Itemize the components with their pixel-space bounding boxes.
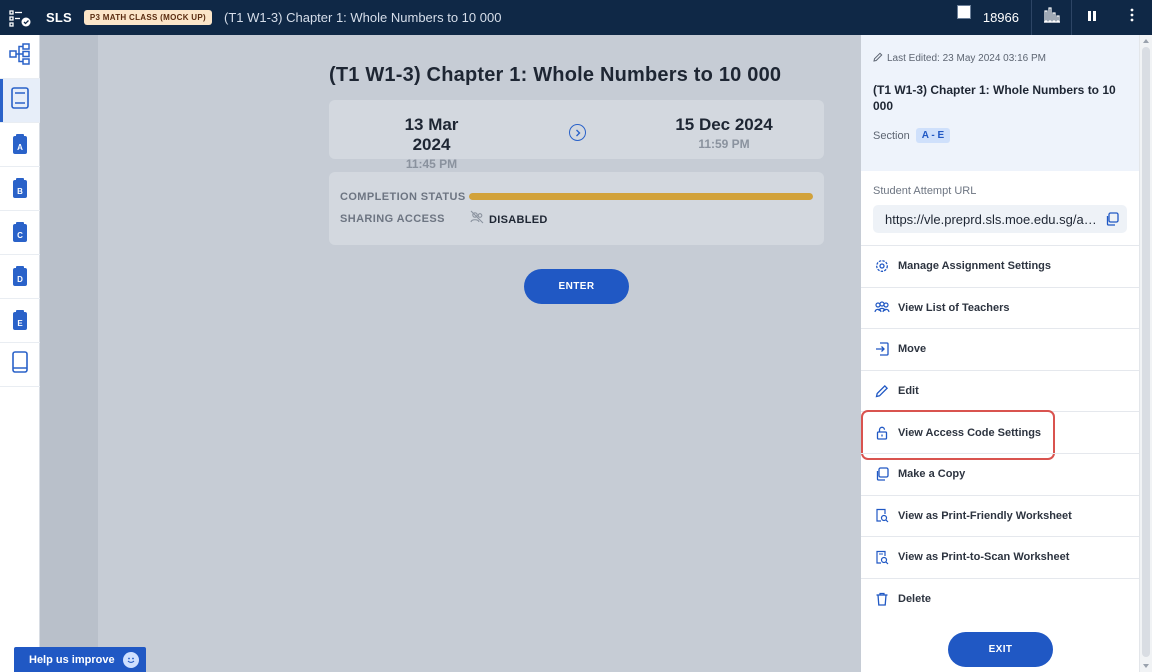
menu-manage-assignment-settings[interactable]: Manage Assignment Settings <box>861 245 1139 287</box>
more-vertical-icon <box>1130 8 1134 27</box>
pencil-small-icon <box>873 52 887 65</box>
menu-view-access-code-settings[interactable]: View Access Code Settings <box>861 410 1139 460</box>
dates-card: 13 Mar 2024 11:45 PM 15 Dec 2024 11:59 P… <box>329 100 824 171</box>
section-b-icon: B <box>13 177 27 198</box>
points-display: 18966 <box>956 0 1032 35</box>
rail-item-section-a[interactable]: A <box>0 123 40 167</box>
page-title: (T1 W1-3) Chapter 1: Whole Numbers to 10… <box>223 10 502 25</box>
book-icon <box>11 351 29 378</box>
gear-icon <box>874 258 890 274</box>
menu-delete[interactable]: Delete <box>861 577 1139 620</box>
start-date-value: 13 Mar 2024 <box>404 115 459 154</box>
section-c-icon: C <box>13 221 27 242</box>
start-time-value: 11:45 PM <box>405 157 458 171</box>
move-icon <box>874 341 890 357</box>
assignment-tree-icon <box>9 43 31 70</box>
rail-item-overview[interactable] <box>0 35 40 79</box>
teachers-icon <box>874 300 890 316</box>
lock-icon <box>874 425 890 441</box>
menu-move[interactable]: Move <box>861 328 1139 370</box>
notebook-icon <box>11 87 29 114</box>
points-image-icon <box>956 4 971 19</box>
print-search-icon <box>874 508 890 524</box>
url-value[interactable]: https://vle.preprd.sls.moe.edu.sg/as... <box>885 212 1100 227</box>
end-date: 15 Dec 2024 11:59 PM <box>674 115 774 151</box>
sharing-access-label: SHARING ACCESS <box>340 213 445 225</box>
rail-item-section-b[interactable]: B <box>0 167 40 211</box>
menu-label: View Access Code Settings <box>898 426 1042 439</box>
panel-header: Last Edited: 23 May 2024 03:16 PM (T1 W1… <box>861 35 1139 171</box>
section-label: Section <box>873 129 910 142</box>
rail-item-section-e[interactable]: E <box>0 299 40 343</box>
scroll-up-icon[interactable] <box>1143 39 1149 43</box>
section-d-icon: D <box>13 265 27 286</box>
more-button[interactable] <box>1112 0 1152 35</box>
status-card: COMPLETION STATUS SHARING ACCESS DISABLE… <box>329 172 824 245</box>
sharing-disabled-icon <box>470 210 484 229</box>
menu-label: Delete <box>898 593 932 606</box>
end-time-value: 11:59 PM <box>698 137 750 151</box>
menu-label: Edit <box>898 385 919 398</box>
points-value: 18966 <box>982 10 1019 25</box>
exit-button[interactable]: EXIT <box>948 632 1053 667</box>
last-edited-text: Last Edited: 23 May 2024 03:16 PM <box>887 53 1046 64</box>
start-date: 13 Mar 2024 11:45 PM <box>384 115 479 171</box>
assignment-options-panel: Last Edited: 23 May 2024 03:16 PM (T1 W1… <box>861 35 1152 672</box>
menu-label: Move <box>898 343 927 356</box>
menu-label: View List of Teachers <box>898 301 1010 314</box>
arrow-right-icon <box>569 124 586 141</box>
completion-status-label: COMPLETION STATUS <box>340 191 466 203</box>
class-menu-icon[interactable] <box>0 0 40 35</box>
end-date-value: 15 Dec 2024 <box>675 115 773 134</box>
stats-icon <box>1043 7 1061 28</box>
stats-button[interactable] <box>1032 0 1072 35</box>
scrollbar-thumb[interactable] <box>1142 47 1150 657</box>
enter-button[interactable]: ENTER <box>524 269 629 304</box>
sharing-access-text: DISABLED <box>489 213 548 226</box>
pause-button[interactable] <box>1072 0 1112 35</box>
panel-scrollbar[interactable] <box>1139 35 1152 672</box>
scan-search-icon <box>874 549 890 565</box>
top-bar: SLS P3 MATH CLASS (MOCK UP) (T1 W1-3) Ch… <box>0 0 1152 35</box>
section-e-icon: E <box>13 309 27 330</box>
pause-icon <box>1087 9 1097 27</box>
copy-icon <box>874 466 890 482</box>
rail-item-section-c[interactable]: C <box>0 211 40 255</box>
url-field[interactable]: https://vle.preprd.sls.moe.edu.sg/as... <box>873 205 1127 233</box>
menu-view-print-friendly-worksheet[interactable]: View as Print-Friendly Worksheet <box>861 494 1139 537</box>
help-improve-label: Help us improve <box>29 653 115 666</box>
options-menu: Manage Assignment Settings View List of … <box>861 245 1139 619</box>
rail-item-section-d[interactable]: D <box>0 255 40 299</box>
section-a-icon: A <box>13 133 27 154</box>
smiley-icon <box>122 651 139 668</box>
completion-progress-bar <box>469 193 813 200</box>
class-badge: P3 MATH CLASS (MOCK UP) <box>83 10 212 25</box>
content-gutter <box>40 35 98 672</box>
panel-title: (T1 W1-3) Chapter 1: Whole Numbers to 10… <box>873 83 1116 113</box>
menu-label: View as Print-Friendly Worksheet <box>898 509 1072 522</box>
rail-item-assignment[interactable] <box>0 79 40 123</box>
rail-item-book[interactable] <box>0 343 40 387</box>
completion-progress-fill <box>469 193 813 200</box>
last-edited: Last Edited: 23 May 2024 03:16 PM <box>873 52 1127 65</box>
menu-view-print-to-scan-worksheet[interactable]: View as Print-to-Scan Worksheet <box>861 536 1139 578</box>
menu-label: Make a Copy <box>898 468 966 481</box>
left-rail: A B C D E <box>0 35 40 672</box>
section-badge: A - E <box>915 128 951 143</box>
menu-label: Manage Assignment Settings <box>898 260 1052 273</box>
url-label: Student Attempt URL <box>873 185 977 197</box>
pencil-icon <box>874 383 890 399</box>
copy-icon[interactable] <box>1105 212 1119 229</box>
section-row: Section A - E <box>873 128 1127 143</box>
menu-make-a-copy[interactable]: Make a Copy <box>861 452 1139 495</box>
help-improve-button[interactable]: Help us improve <box>14 647 146 672</box>
sharing-access-value: DISABLED <box>470 210 548 229</box>
scroll-down-icon[interactable] <box>1143 664 1149 668</box>
assignment-title: (T1 W1-3) Chapter 1: Whole Numbers to 10… <box>329 64 782 86</box>
menu-view-list-of-teachers[interactable]: View List of Teachers <box>861 286 1139 329</box>
brand-logo[interactable]: SLS <box>46 10 72 25</box>
trash-icon <box>874 591 890 607</box>
menu-edit[interactable]: Edit <box>861 369 1139 412</box>
menu-label: View as Print-to-Scan Worksheet <box>898 551 1070 564</box>
